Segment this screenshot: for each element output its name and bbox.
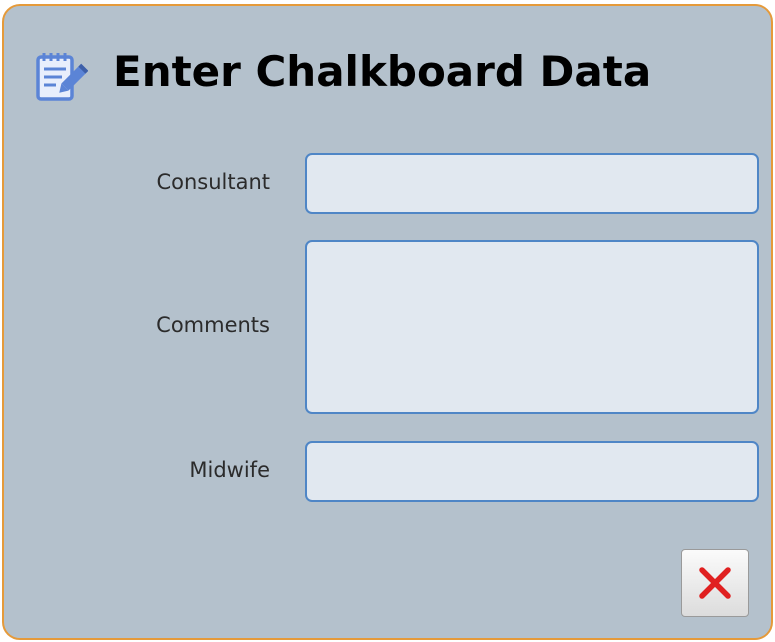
midwife-label: Midwife bbox=[189, 458, 270, 482]
consultant-field[interactable] bbox=[305, 153, 759, 214]
notepad-pencil-icon bbox=[34, 50, 89, 104]
dialog-title: Enter Chalkboard Data bbox=[113, 47, 652, 96]
close-icon bbox=[682, 565, 748, 601]
chalkboard-dialog: Enter Chalkboard Data Consultant Comment… bbox=[2, 4, 773, 640]
comments-field[interactable] bbox=[305, 240, 759, 414]
comments-label: Comments bbox=[156, 313, 270, 337]
consultant-label: Consultant bbox=[156, 170, 270, 194]
close-button[interactable] bbox=[681, 549, 749, 617]
midwife-field[interactable] bbox=[305, 441, 759, 502]
